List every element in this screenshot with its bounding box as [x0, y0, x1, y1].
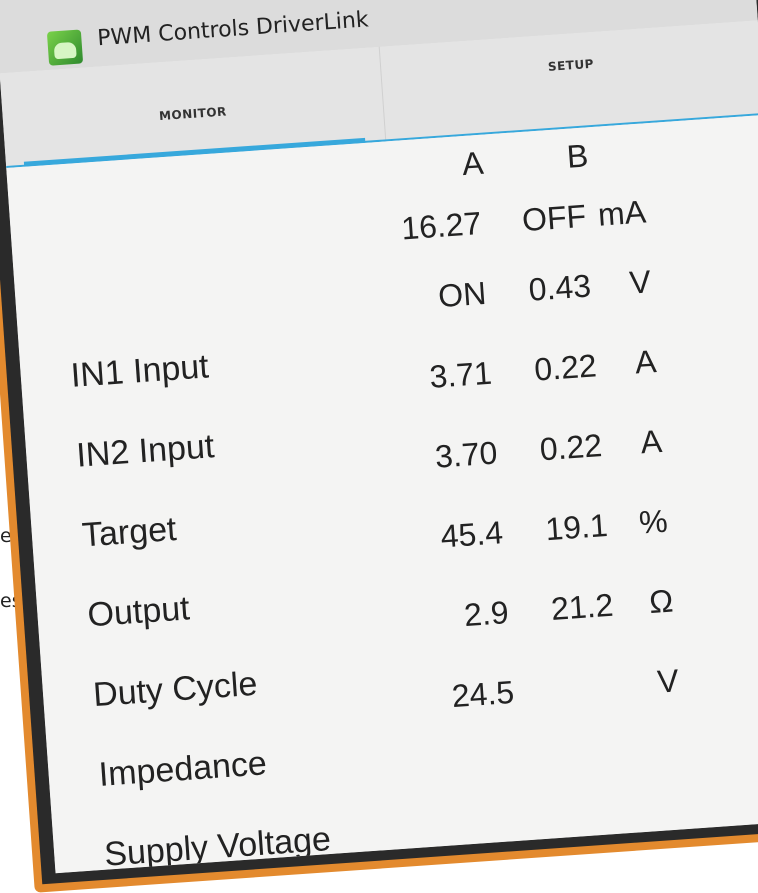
app-logo-icon — [46, 29, 84, 66]
value-unit: A — [639, 422, 664, 461]
value-a: ON — [436, 274, 488, 315]
row-label: Supply Voltage — [103, 820, 333, 874]
app-screen: PWM Controls DriverLink MONITOR SETUP A … — [0, 0, 758, 874]
value-unit: A — [633, 343, 658, 381]
value-b: 0.43 — [527, 267, 593, 308]
value-b: OFF — [520, 197, 588, 239]
value-b: 0.22 — [533, 347, 598, 388]
value-unit: Ω — [647, 582, 675, 621]
value-a: 3.71 — [428, 354, 493, 395]
app-title: PWM Controls DriverLink — [96, 7, 370, 52]
value-unit: V — [628, 263, 652, 301]
value-unit: % — [637, 502, 669, 541]
value-a: 24.5 — [450, 673, 516, 715]
value-a: 45.4 — [439, 514, 505, 555]
value-b: 19.1 — [544, 506, 609, 548]
column-header-a: A — [460, 144, 485, 183]
phone-bezel: PWM Controls DriverLink MONITOR SETUP A … — [0, 0, 758, 885]
phone-device: PWM Controls DriverLink MONITOR SETUP A … — [0, 0, 758, 893]
value-b: 21.2 — [549, 586, 615, 627]
value-a: 2.9 — [462, 594, 510, 634]
value-unit: mA — [596, 193, 648, 233]
column-header-b: B — [565, 137, 590, 175]
value-unit: V — [656, 662, 680, 700]
value-b: 0.22 — [538, 427, 604, 468]
value-a: 16.27 — [400, 205, 483, 247]
monitor-panel: A B 16.27 OFF mA IN1 Input ON 0.43 V IN2… — [6, 114, 758, 874]
value-a: 3.70 — [433, 434, 499, 475]
